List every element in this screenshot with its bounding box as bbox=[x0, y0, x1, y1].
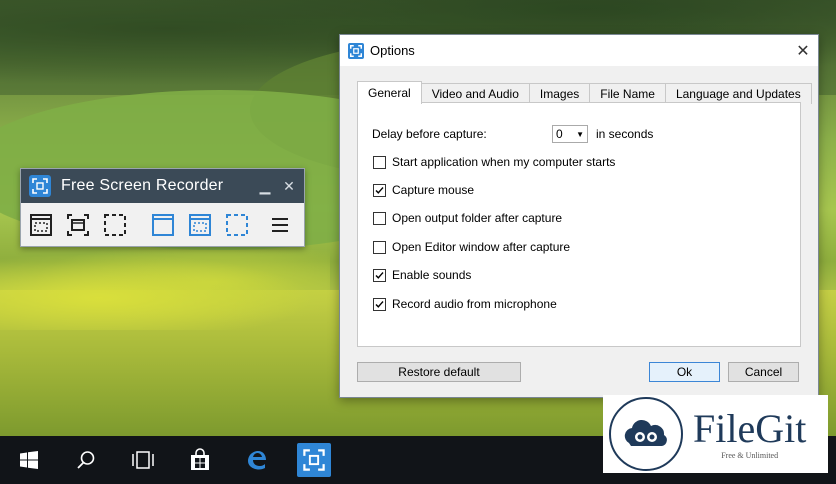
record-fullscreen-icon bbox=[226, 213, 249, 236]
options-app-icon bbox=[348, 42, 364, 59]
minimize-icon: ▁ bbox=[259, 177, 271, 194]
edge-button[interactable] bbox=[228, 436, 285, 484]
tab-file-name[interactable]: File Name bbox=[589, 83, 666, 104]
checkbox-row-record-microphone[interactable]: Record audio from microphone bbox=[373, 297, 557, 311]
screen-recorder-icon bbox=[303, 449, 325, 471]
capture-window-button[interactable] bbox=[65, 212, 91, 238]
restore-default-button[interactable]: Restore default bbox=[357, 362, 521, 382]
delay-label: Delay before capture: bbox=[372, 127, 487, 141]
record-fullscreen-button[interactable] bbox=[224, 212, 250, 238]
capture-window-icon bbox=[66, 213, 89, 236]
checkbox-label: Record audio from microphone bbox=[392, 297, 557, 311]
close-icon: ✕ bbox=[796, 42, 810, 60]
cancel-button[interactable]: Cancel bbox=[728, 362, 799, 382]
store-icon bbox=[190, 448, 209, 470]
checkbox[interactable] bbox=[373, 155, 386, 169]
store-button[interactable] bbox=[171, 436, 228, 484]
recorder-title: Free Screen Recorder bbox=[61, 177, 224, 194]
record-region-icon bbox=[152, 213, 175, 236]
options-tabs: General Video and Audio Images File Name… bbox=[357, 81, 812, 104]
capture-region-icon bbox=[29, 213, 52, 236]
checkbox-label: Enable sounds bbox=[392, 268, 472, 282]
close-icon: ✕ bbox=[283, 177, 295, 194]
checkbox-label: Start application when my computer start… bbox=[392, 155, 616, 169]
filegit-tagline: Free & Unlimited bbox=[721, 450, 779, 460]
minimize-button[interactable]: ▁ bbox=[256, 177, 274, 195]
recorder-toolbar-window: Free Screen Recorder ▁ ✕ bbox=[20, 168, 305, 247]
filegit-text: FileGit Free & Unlimited bbox=[693, 405, 807, 460]
checkbox-row-enable-sounds[interactable]: Enable sounds bbox=[373, 268, 471, 282]
checkbox[interactable] bbox=[373, 240, 386, 254]
delay-row: Delay before capture: 0 ▼ in seconds bbox=[372, 125, 653, 143]
tab-images[interactable]: Images bbox=[528, 83, 591, 104]
record-window-button[interactable] bbox=[187, 212, 213, 238]
task-view-button[interactable] bbox=[114, 436, 171, 484]
capture-region-button[interactable] bbox=[28, 212, 54, 238]
menu-icon bbox=[272, 217, 289, 232]
checkbox-row-open-output-folder[interactable]: Open output folder after capture bbox=[373, 211, 562, 225]
checkbox-row-capture-mouse[interactable]: Capture mouse bbox=[373, 183, 474, 197]
checkbox[interactable] bbox=[373, 183, 386, 197]
search-icon bbox=[76, 451, 94, 469]
options-title: Options bbox=[370, 43, 415, 58]
checkbox-label: Capture mouse bbox=[392, 183, 475, 197]
options-dialog: Options ✕ General Video and Audio Images… bbox=[339, 34, 819, 398]
tab-general[interactable]: General bbox=[357, 81, 422, 104]
delay-unit: in seconds bbox=[596, 127, 654, 141]
checkbox[interactable] bbox=[373, 268, 386, 282]
checkbox-label: Open Editor window after capture bbox=[392, 240, 571, 254]
close-button[interactable]: ✕ bbox=[280, 177, 298, 195]
start-button[interactable] bbox=[0, 436, 57, 484]
checkbox[interactable] bbox=[373, 211, 386, 225]
wallpaper-flowers bbox=[0, 250, 330, 330]
capture-fullscreen-icon bbox=[103, 213, 126, 236]
tab-video-and-audio[interactable]: Video and Audio bbox=[420, 83, 530, 104]
filegit-name: FileGit bbox=[693, 405, 807, 451]
screen-recorder-taskbar-button[interactable] bbox=[297, 443, 331, 477]
options-close-button[interactable]: ✕ bbox=[788, 35, 818, 66]
recorder-titlebar[interactable]: Free Screen Recorder ▁ ✕ bbox=[21, 169, 304, 203]
ok-button[interactable]: Ok bbox=[649, 362, 720, 382]
search-button[interactable] bbox=[57, 436, 114, 484]
record-region-button[interactable] bbox=[151, 212, 177, 238]
delay-value: 0 bbox=[556, 127, 563, 141]
checkbox-row-open-editor[interactable]: Open Editor window after capture bbox=[373, 240, 570, 254]
task-view-icon bbox=[131, 451, 154, 469]
checkbox[interactable] bbox=[373, 297, 386, 311]
edge-icon bbox=[247, 451, 266, 470]
recorder-tools bbox=[21, 203, 304, 246]
general-tab-panel: Delay before capture: 0 ▼ in seconds Sta… bbox=[357, 102, 801, 347]
recorder-logo-icon bbox=[29, 175, 51, 197]
tab-language-and-updates[interactable]: Language and Updates bbox=[664, 83, 812, 104]
windows-start-icon bbox=[19, 451, 38, 469]
checkbox-row-start-with-windows[interactable]: Start application when my computer start… bbox=[373, 155, 615, 169]
capture-fullscreen-button[interactable] bbox=[102, 212, 128, 238]
filegit-watermark: FileGit Free & Unlimited bbox=[603, 395, 828, 473]
chevron-down-icon: ▼ bbox=[576, 129, 584, 139]
options-titlebar[interactable]: Options ✕ bbox=[340, 35, 818, 66]
filegit-logo-icon bbox=[609, 397, 683, 471]
checkbox-label: Open output folder after capture bbox=[392, 211, 563, 225]
record-window-icon bbox=[189, 213, 212, 236]
menu-button[interactable] bbox=[267, 212, 293, 238]
delay-select[interactable]: 0 ▼ bbox=[552, 125, 588, 143]
